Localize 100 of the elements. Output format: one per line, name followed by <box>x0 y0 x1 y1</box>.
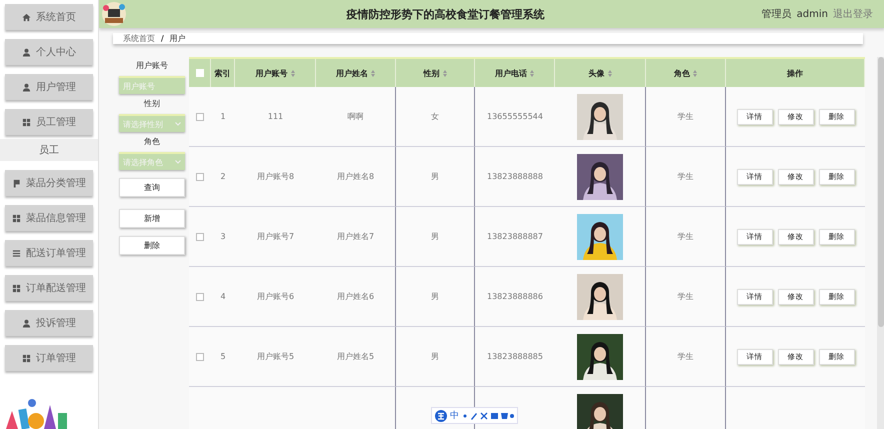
table-cell: 13823888887 <box>487 232 543 241</box>
ime-tools-drawing <box>462 412 514 420</box>
table-cell: 13823888886 <box>487 292 543 301</box>
sidebar-label: 订单配送管理 <box>26 282 86 295</box>
table-cell: 用户账号5 <box>256 351 294 362</box>
table-cell: 3 <box>220 232 226 241</box>
sidebar-item[interactable]: 用户管理 <box>5 74 93 100</box>
logo-drawing <box>99 0 129 28</box>
sidebar-item[interactable]: 订单管理 <box>5 345 93 371</box>
sidebar-label: 员工管理 <box>36 116 76 129</box>
table-cell: 学生 <box>678 111 694 122</box>
sidebar-label: 用户管理 <box>36 80 76 94</box>
sidebar-label: 投诉管理 <box>36 316 76 330</box>
table-cell: 学生 <box>678 351 694 362</box>
column-header[interactable]: 索引 <box>211 59 235 87</box>
sort-icon[interactable] <box>693 70 697 76</box>
row-checkbox[interactable] <box>196 112 204 120</box>
column-header[interactable]: 性别 <box>396 59 475 87</box>
user-role: 管理员 <box>762 8 792 21</box>
table-cell: 啊啊 <box>348 111 364 122</box>
column-header[interactable]: 头像 <box>555 59 646 87</box>
user-icon <box>22 82 31 92</box>
ime-logo-icon <box>435 410 447 422</box>
sidebar-label: 个人中心 <box>36 46 76 59</box>
table-cell: 学生 <box>678 231 694 242</box>
table-cell: 男 <box>431 231 439 242</box>
sidebar-label: 订单管理 <box>36 352 76 365</box>
grid-icon <box>12 284 21 292</box>
table-cell: 男 <box>431 171 439 182</box>
table-cell: 学生 <box>678 171 694 182</box>
column-header[interactable]: 操作 <box>726 59 865 87</box>
action-button[interactable]: 新增 <box>119 209 185 228</box>
column-header[interactable]: 用户姓名 <box>316 59 396 87</box>
table-cell: 学生 <box>678 291 694 302</box>
app-title: 疫情防控形势下的高校食堂订餐管理系统 <box>345 6 546 22</box>
sidebar-item[interactable]: 订单配送管理 <box>5 275 93 301</box>
breadcrumb-item[interactable]: 系统首页 <box>123 33 155 44</box>
table-cell: 用户姓名8 <box>336 171 374 182</box>
table-cell: 男 <box>431 351 439 362</box>
row-checkbox[interactable] <box>196 172 204 180</box>
table-cell: 1 <box>220 112 226 121</box>
ime-mode[interactable]: 中 <box>450 409 459 422</box>
flag-icon <box>12 178 21 188</box>
table-cell: 用户账号7 <box>256 231 294 242</box>
row-checkbox[interactable] <box>196 352 204 360</box>
sidebar-label: 配送订单管理 <box>26 246 86 260</box>
table-cell: 女 <box>431 111 439 122</box>
chevron-icon <box>175 122 181 126</box>
table-cell: 用户姓名7 <box>336 231 374 242</box>
sidebar-item[interactable]: 投诉管理 <box>5 310 93 336</box>
sidebar-item[interactable]: 系统首页 <box>5 4 93 30</box>
select-all-checkbox[interactable] <box>196 69 204 77</box>
filter-label: 性别 <box>144 98 160 110</box>
grid-icon <box>22 118 31 126</box>
breadcrumb-item: / <box>161 34 164 43</box>
sort-icon[interactable] <box>442 70 446 76</box>
table-cell: 5 <box>220 352 226 361</box>
chevron-icon <box>175 160 181 164</box>
table-cell: 男 <box>431 291 439 302</box>
column-header[interactable]: 用户电话 <box>475 59 555 87</box>
sort-icon[interactable] <box>290 70 294 76</box>
table-cell: 4 <box>220 292 226 301</box>
action-button[interactable]: 删除 <box>119 236 185 255</box>
scrollbar[interactable] <box>877 57 884 429</box>
user-icon <box>22 48 31 56</box>
column-header[interactable]: 角色 <box>646 59 726 87</box>
table-cell: 2 <box>220 172 226 181</box>
table-cell: 用户姓名6 <box>336 291 374 302</box>
sidebar-label: 菜品分类管理 <box>26 176 86 190</box>
table-cell: 111 <box>268 112 284 121</box>
table-cell: 用户账号6 <box>256 291 294 302</box>
filter-label: 用户账号 <box>136 60 168 72</box>
column-header[interactable]: 用户账号 <box>235 59 316 87</box>
user-icon <box>22 318 31 328</box>
row-checkbox[interactable] <box>196 232 204 240</box>
breadcrumb-item: 用户 <box>170 33 186 44</box>
table-cell: 13823888885 <box>487 352 543 361</box>
filter-label: 角色 <box>144 136 160 148</box>
home-icon <box>22 12 31 22</box>
sidebar-label: 系统首页 <box>36 10 76 24</box>
username: admin <box>796 8 828 20</box>
ime-toolbar[interactable]: 中 <box>431 407 518 424</box>
row-checkbox[interactable] <box>196 292 204 300</box>
sidebar-item[interactable]: 菜品信息管理 <box>5 205 93 231</box>
sidebar-label: 菜品信息管理 <box>26 212 86 225</box>
sidebar-item[interactable]: 员工管理 <box>5 109 93 135</box>
sort-icon[interactable] <box>371 70 375 76</box>
table-cell: 13823888888 <box>487 172 543 181</box>
sidebar-item[interactable]: 个人中心 <box>5 39 93 65</box>
input-field[interactable]: 用户账号 <box>119 76 185 94</box>
action-button[interactable]: 查询 <box>119 178 185 197</box>
table-cell: 13655555544 <box>487 112 543 121</box>
table-cell: 用户姓名5 <box>336 351 374 362</box>
sort-icon[interactable] <box>608 70 612 76</box>
sidebar-item[interactable]: 菜品分类管理 <box>5 170 93 196</box>
grid-icon <box>12 214 21 222</box>
table-cell: 用户账号8 <box>256 171 294 182</box>
sidebar-item[interactable]: 配送订单管理 <box>5 240 93 266</box>
submenu-item[interactable]: 员工 <box>0 139 98 161</box>
sort-icon[interactable] <box>530 70 534 76</box>
